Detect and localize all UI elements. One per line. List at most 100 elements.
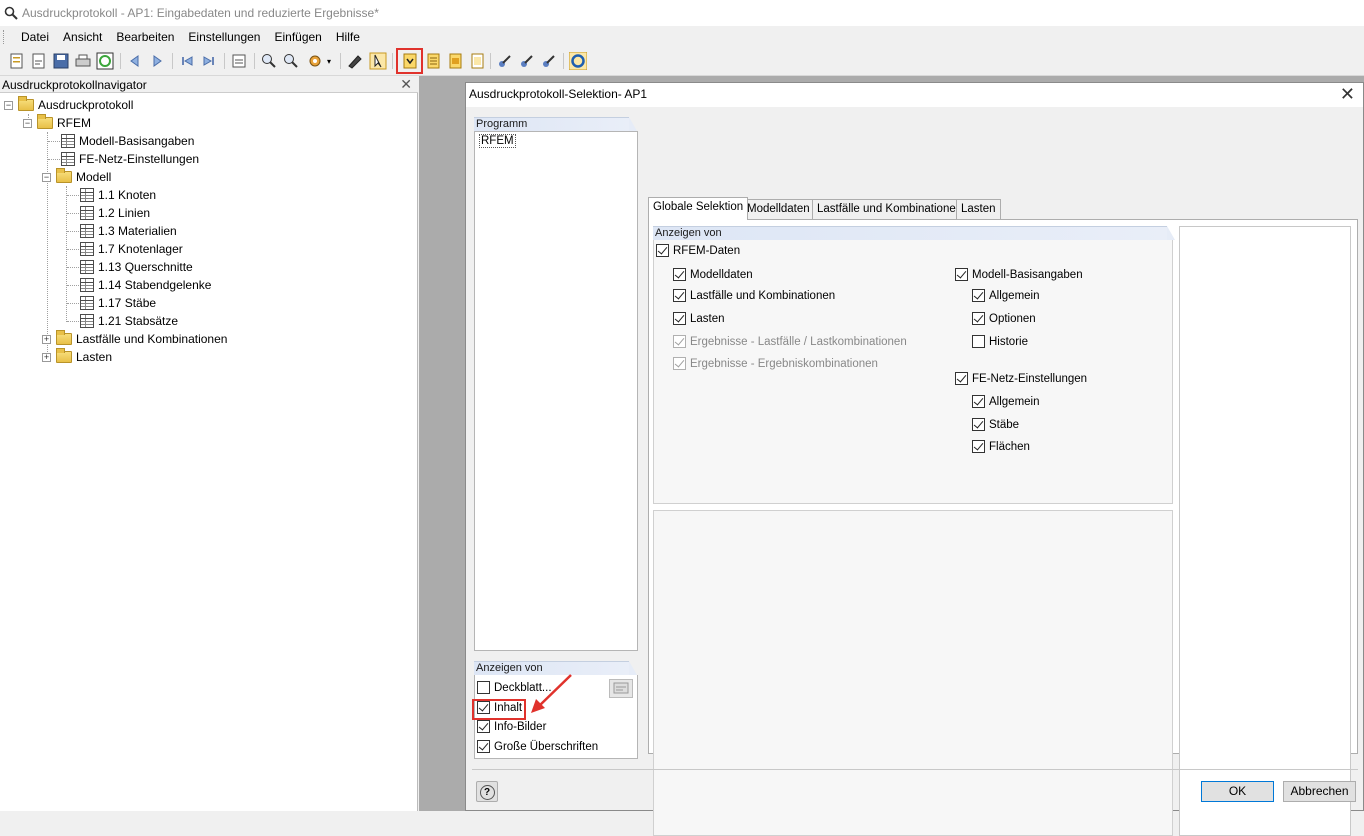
checkbox-box[interactable] — [477, 740, 490, 753]
checkbox-box[interactable] — [972, 312, 985, 325]
fe-flaechen-checkbox[interactable]: Flächen — [972, 440, 1030, 453]
tree-item-fe-netz[interactable]: FE-Netz-Einstellungen — [61, 150, 199, 168]
tree-line — [67, 195, 79, 196]
checkbox-label: RFEM-Daten — [673, 244, 741, 257]
checkbox-box[interactable] — [656, 244, 669, 257]
zoom-out-icon[interactable] — [282, 52, 300, 70]
tree-item-linien[interactable]: 1.2 Linien — [80, 204, 150, 222]
insert-page-icon[interactable] — [424, 52, 442, 70]
deckblatt-edit-button[interactable] — [609, 679, 633, 698]
tools-icon-2[interactable] — [518, 52, 536, 70]
rfem-daten-checkbox[interactable]: RFEM-Daten — [656, 244, 740, 257]
tree-item-lastfaelle[interactable]: + Lastfälle und Kombinationen — [42, 330, 227, 348]
first-page-icon[interactable] — [178, 52, 196, 70]
menu-hilfe[interactable]: Hilfe — [329, 30, 367, 44]
dialog-close-icon[interactable]: ✕ — [1340, 84, 1355, 105]
info-bilder-checkbox[interactable]: Info-Bilder — [477, 720, 546, 733]
tree-item-stabsaetze[interactable]: 1.21 Stabsätze — [80, 312, 178, 330]
checkbox-label: Modelldaten — [690, 268, 753, 281]
tree-item-modell[interactable]: − Modell — [42, 168, 111, 186]
fe-allgemein-checkbox[interactable]: Allgemein — [972, 395, 1040, 408]
basis-historie-checkbox[interactable]: Historie — [972, 335, 1028, 348]
arrow-left-icon[interactable] — [126, 52, 144, 70]
tab-lasten[interactable]: Lasten — [956, 199, 1001, 219]
tree-item-ausdruckprotokoll[interactable]: − Ausdruckprotokoll — [4, 96, 133, 114]
insert-graphic-icon[interactable] — [446, 52, 464, 70]
checkbox-box[interactable] — [972, 395, 985, 408]
navigator-close-icon[interactable]: ✕ — [400, 76, 412, 93]
programm-item-rfem[interactable]: RFEM — [479, 134, 516, 148]
checkbox-box[interactable] — [477, 720, 490, 733]
toolbar-separator — [392, 53, 393, 69]
help-lifebuoy-icon[interactable] — [569, 52, 587, 70]
folder-icon — [56, 348, 72, 363]
menu-bearbeiten[interactable]: Bearbeiten — [109, 30, 181, 44]
open-icon[interactable] — [30, 52, 48, 70]
select-cursor-icon[interactable] — [369, 52, 387, 70]
tree-item-lasten[interactable]: + Lasten — [42, 348, 112, 366]
checkbox-box[interactable] — [673, 289, 686, 302]
tree-item-modell-basisangaben[interactable]: Modell-Basisangaben — [61, 132, 194, 150]
tree-item-label: 1.21 Stabsätze — [98, 314, 179, 328]
checkbox-box[interactable] — [972, 418, 985, 431]
lasten-checkbox[interactable]: Lasten — [673, 312, 725, 325]
menu-einfuegen[interactable]: Einfügen — [267, 30, 328, 44]
tab-lastfaelle[interactable]: Lastfälle und Kombinationen — [812, 199, 968, 219]
fe-staebe-checkbox[interactable]: Stäbe — [972, 418, 1019, 431]
last-page-icon[interactable] — [200, 52, 218, 70]
insert-text-icon[interactable] — [468, 52, 486, 70]
menu-ansicht[interactable]: Ansicht — [56, 30, 109, 44]
basis-allgemein-checkbox[interactable]: Allgemein — [972, 289, 1040, 302]
tree-item-staebe[interactable]: 1.17 Stäbe — [80, 294, 156, 312]
tools-icon-1[interactable] — [496, 52, 514, 70]
tree-item-materialien[interactable]: 1.3 Materialien — [80, 222, 177, 240]
cancel-button[interactable]: Abbrechen — [1283, 781, 1356, 802]
basis-optionen-checkbox[interactable]: Optionen — [972, 312, 1036, 325]
checkbox-box[interactable] — [955, 268, 968, 281]
tree-item-knoten[interactable]: 1.1 Knoten — [80, 186, 156, 204]
ok-button[interactable]: OK — [1201, 781, 1274, 802]
new-report-icon[interactable] — [8, 52, 26, 70]
page-setup-icon[interactable] — [230, 52, 248, 70]
tab-globale-selektion[interactable]: Globale Selektion — [648, 197, 749, 220]
checkbox-box[interactable] — [673, 268, 686, 281]
print-icon[interactable] — [74, 52, 92, 70]
collapse-icon[interactable]: − — [42, 172, 51, 182]
checkbox-box[interactable] — [955, 372, 968, 385]
expand-icon[interactable]: + — [42, 334, 51, 344]
collapse-icon[interactable]: − — [23, 118, 32, 128]
arrow-right-icon[interactable] — [148, 52, 166, 70]
tree-item-label: Lastfälle und Kombinationen — [76, 332, 228, 346]
menu-bar: Datei Ansicht Bearbeiten Einstellungen E… — [0, 26, 1364, 48]
tree-item-knotenlager[interactable]: 1.7 Knotenlager — [80, 240, 183, 258]
refresh-icon[interactable] — [96, 52, 114, 70]
dropdown-arrow-icon[interactable]: ▾ — [327, 57, 331, 66]
grosse-ueberschriften-checkbox[interactable]: Große Überschriften — [477, 740, 598, 753]
tools-icon-3[interactable] — [540, 52, 558, 70]
tab-modelldaten[interactable]: Modelldaten — [742, 199, 815, 219]
checkbox-box[interactable] — [673, 312, 686, 325]
checkbox-box[interactable] — [972, 289, 985, 302]
zoom-in-icon[interactable] — [260, 52, 278, 70]
tree-item-rfem[interactable]: − RFEM — [23, 114, 91, 132]
tree-item-label: Modell-Basisangaben — [79, 134, 195, 148]
tree-item-querschnitte[interactable]: 1.13 Querschnitte — [80, 258, 193, 276]
expand-icon[interactable]: + — [42, 352, 51, 362]
help-button[interactable]: ? — [476, 781, 498, 802]
tree-item-stabendgelenke[interactable]: 1.14 Stabendgelenke — [80, 276, 211, 294]
settings-gear-icon[interactable] — [306, 52, 324, 70]
lastfaelle-kombinationen-checkbox[interactable]: Lastfälle und Kombinationen — [673, 289, 835, 302]
checkbox-box[interactable] — [972, 440, 985, 453]
fe-netz-checkbox[interactable]: FE-Netz-Einstellungen — [955, 372, 1087, 385]
save-icon[interactable] — [52, 52, 70, 70]
collapse-icon[interactable]: − — [4, 100, 13, 110]
menu-datei[interactable]: Datei — [14, 30, 56, 44]
toolbar-separator — [120, 53, 121, 69]
modell-basisangaben-checkbox[interactable]: Modell-Basisangaben — [955, 268, 1083, 281]
menu-einstellungen[interactable]: Einstellungen — [181, 30, 267, 44]
checkbox-box[interactable] — [972, 335, 985, 348]
toolbar-separator — [563, 53, 564, 69]
modelldaten-checkbox[interactable]: Modelldaten — [673, 268, 753, 281]
checkbox-box[interactable] — [477, 681, 490, 694]
edit-pencil-icon[interactable] — [346, 52, 364, 70]
